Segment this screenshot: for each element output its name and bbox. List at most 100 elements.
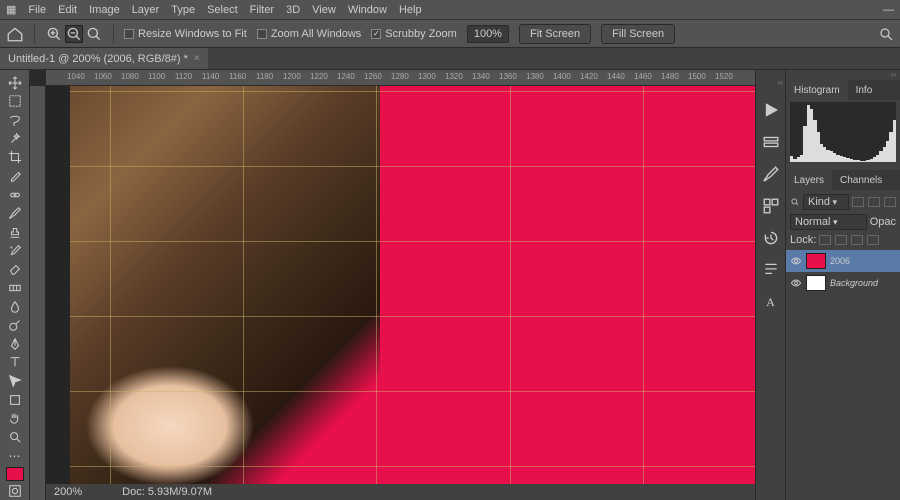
marquee-tool[interactable] [3,93,27,111]
canvas[interactable] [70,86,755,484]
menu-help[interactable]: Help [399,4,422,16]
pen-tool[interactable] [3,335,27,353]
close-tab-icon[interactable]: × [194,53,200,64]
hand-tool[interactable] [3,410,27,428]
zoom-tool[interactable] [3,428,27,446]
minimize-icon[interactable]: — [883,4,894,16]
gradient-tool[interactable] [3,279,27,297]
path-tool[interactable] [3,372,27,390]
ruler-tick: 1280 [391,72,409,81]
histogram-bar [893,120,896,162]
ruler-tick: 1120 [175,72,192,81]
brush-panel-icon[interactable] [762,165,780,183]
crop-tool[interactable] [3,149,27,167]
eraser-tool[interactable] [3,260,27,278]
canvas-area: 0104010601080110011201140116011801200122… [30,70,755,500]
layer-row[interactable]: Background [786,272,900,294]
fill-screen-button[interactable]: Fill Screen [601,24,675,44]
tab-info[interactable]: Info [848,80,881,100]
fit-screen-button[interactable]: Fit Screen [519,24,591,44]
grid-line [70,91,755,92]
tab-histogram[interactable]: Histogram [786,80,848,100]
tab-layers[interactable]: Layers [786,170,832,190]
menu-image[interactable]: Image [89,4,120,16]
zoom-all-checkbox[interactable]: Zoom All Windows [257,28,361,40]
app-logo-icon: ▦ [6,3,16,16]
menu-3d[interactable]: 3D [286,4,300,16]
dodge-tool[interactable] [3,316,27,334]
ruler-tick: 1080 [121,72,139,81]
healing-tool[interactable] [3,186,27,204]
paragraph-icon[interactable] [762,261,780,279]
zoom-in-icon[interactable] [45,25,63,43]
zoom-reset-icon[interactable] [85,25,103,43]
history-icon[interactable] [762,229,780,247]
document-tab[interactable]: Untitled-1 @ 200% (2006, RGB/8#) * × [0,48,208,69]
character-icon[interactable]: A [762,293,780,311]
ruler-vertical[interactable] [30,86,46,500]
menu-view[interactable]: View [312,4,336,16]
scrubby-zoom-checkbox[interactable]: Scrubby Zoom [371,28,457,40]
menu-edit[interactable]: Edit [58,4,77,16]
history-brush-tool[interactable] [3,242,27,260]
status-doc-size: Doc: 5.93M/9.07M [122,486,212,498]
grid-line [243,86,244,484]
filter-image-icon[interactable] [852,197,864,207]
layer-row[interactable]: 2006 [786,250,900,272]
document-tab-bar: Untitled-1 @ 200% (2006, RGB/8#) * × [0,48,900,70]
expand-chevron-icon[interactable]: ‹‹ [778,78,783,87]
timeline-icon[interactable] [762,133,780,151]
brush-tool[interactable] [3,204,27,222]
grid-line [110,86,111,484]
eyedropper-tool[interactable] [3,167,27,185]
filter-adjust-icon[interactable] [868,197,880,207]
swatches-icon[interactable] [762,197,780,215]
menu-filter[interactable]: Filter [250,4,274,16]
search-icon[interactable] [878,26,894,42]
layer-thumbnail [806,275,826,291]
histogram-display [790,102,896,162]
quickmask-icon[interactable] [3,482,27,500]
stamp-tool[interactable] [3,223,27,241]
separator [113,25,114,43]
filter-type-icon[interactable] [884,197,896,207]
wand-tool[interactable] [3,130,27,148]
shape-tool[interactable] [3,391,27,409]
zoom-out-icon[interactable] [65,25,83,43]
canvas-viewport[interactable] [46,86,755,484]
type-tool[interactable] [3,354,27,372]
ruler-horizontal[interactable]: 0104010601080110011201140116011801200122… [46,70,755,86]
menu-select[interactable]: Select [207,4,238,16]
tab-channels[interactable]: Channels [832,170,890,190]
filter-kind-select[interactable]: Kind ▾ [803,194,849,210]
menu-file[interactable]: File [28,4,46,16]
menu-layer[interactable]: Layer [132,4,160,16]
ruler-tick: 1360 [499,72,517,81]
blur-tool[interactable] [3,298,27,316]
more-icon[interactable]: ⋯ [3,447,27,465]
ruler-tick: 1320 [445,72,463,81]
visibility-icon[interactable] [790,255,802,267]
status-zoom[interactable]: 200% [54,486,82,498]
ruler-tick: 1500 [688,72,706,81]
visibility-icon[interactable] [790,277,802,289]
foreground-color-swatch[interactable] [6,467,24,481]
lock-image-icon[interactable] [835,235,847,245]
move-tool[interactable] [3,74,27,92]
lock-transparency-icon[interactable] [819,235,831,245]
collapse-chevron-icon[interactable]: ›› [786,70,900,80]
menu-type[interactable]: Type [171,4,195,16]
menu-window[interactable]: Window [348,4,387,16]
resize-windows-checkbox[interactable]: Resize Windows to Fit [124,28,247,40]
lasso-tool[interactable] [3,111,27,129]
zoom-value-input[interactable]: 100% [467,25,509,43]
lock-position-icon[interactable] [851,235,863,245]
ruler-tick: 1200 [283,72,301,81]
home-icon[interactable] [6,26,24,42]
layers-panel-tabs: Layers Channels [786,170,900,190]
blend-mode-select[interactable]: Normal ▾ [790,214,867,230]
play-icon[interactable] [762,101,780,119]
document-title: Untitled-1 @ 200% (2006, RGB/8#) * [8,53,188,65]
lock-all-icon[interactable] [867,235,879,245]
ruler-tick: 1100 [148,72,165,81]
